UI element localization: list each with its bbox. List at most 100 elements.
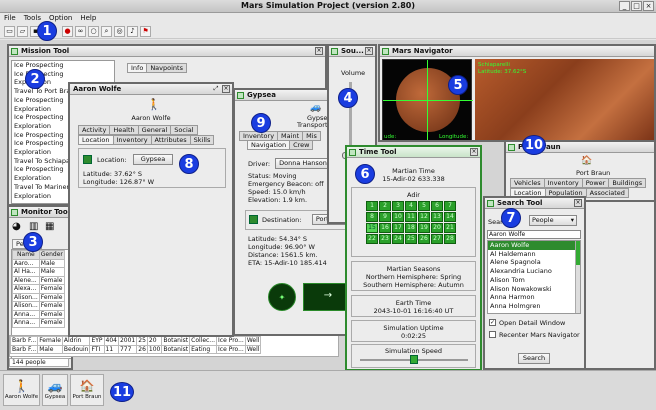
calendar-day[interactable]: 24 xyxy=(392,234,404,244)
flag-icon[interactable]: ⚑ xyxy=(140,26,151,37)
calendar-day[interactable]: 17 xyxy=(392,223,404,233)
search-icon[interactable]: ⌕ xyxy=(101,26,112,37)
tab-attributes[interactable]: Attributes xyxy=(150,135,191,145)
pie-chart-icon[interactable]: ◕ xyxy=(12,221,21,232)
menu-file[interactable]: File xyxy=(0,13,20,24)
tab-buildings[interactable]: Buildings xyxy=(608,178,647,188)
sound-icon[interactable]: ♪ xyxy=(127,26,138,37)
calendar-day[interactable]: 1 xyxy=(366,201,378,211)
list-item[interactable]: Ice Prospecting xyxy=(12,61,114,70)
list-item[interactable]: Alene Spagnola xyxy=(488,258,580,267)
close-icon[interactable]: × xyxy=(574,199,582,207)
table-row[interactable]: Alison... Female xyxy=(12,292,65,302)
calendar-day[interactable]: 10 xyxy=(392,212,404,222)
tab-skills[interactable]: Skills xyxy=(189,135,215,145)
destination-icon[interactable] xyxy=(249,215,258,224)
calendar-day[interactable]: 3 xyxy=(392,201,404,211)
calendar-day[interactable]: 28 xyxy=(444,234,456,244)
recenter-checkbox[interactable] xyxy=(489,331,496,338)
circle-icon[interactable]: ○ xyxy=(88,26,99,37)
tab-inventory[interactable]: Inventory xyxy=(112,135,152,145)
tab-info[interactable]: Info xyxy=(127,63,148,73)
open-icon[interactable]: ▱ xyxy=(17,26,28,37)
open-detail-checkbox[interactable]: ✓ xyxy=(489,319,496,326)
table-row[interactable]: Anna... Female xyxy=(12,318,65,328)
calendar-day[interactable]: 25 xyxy=(405,234,417,244)
calendar-day[interactable]: 26 xyxy=(418,234,430,244)
table-row[interactable]: Alexa... Female xyxy=(12,284,65,294)
category-select[interactable]: People ▾ xyxy=(529,215,577,226)
calendar-day[interactable]: 13 xyxy=(431,212,443,222)
minimize-icon[interactable]: _ xyxy=(619,1,630,11)
person-window-title-bar[interactable]: Aaron Wolfe ⤢ × xyxy=(70,84,232,95)
tab-location[interactable]: Location xyxy=(78,135,114,145)
calendar-day[interactable]: 5 xyxy=(418,201,430,211)
driver-button[interactable]: Donna Hanson xyxy=(275,158,331,169)
time-tool-title-bar[interactable]: Time Tool × xyxy=(347,147,480,158)
search-input[interactable]: Aaron Wolfe xyxy=(487,230,581,239)
location-icon[interactable] xyxy=(83,155,92,164)
tab-general[interactable]: General xyxy=(137,125,172,135)
tab-inventory[interactable]: Inventory xyxy=(543,178,583,188)
table-row[interactable]: Aaro... Male xyxy=(12,258,65,268)
tab-social[interactable]: Social xyxy=(170,125,198,135)
results-list[interactable]: Aaron Wolfe Al Haldemann Alene Spagnola … xyxy=(487,240,581,314)
taskbar-port-braun[interactable]: 🏠 Port Braun xyxy=(70,374,104,406)
binoculars-icon[interactable]: ∞ xyxy=(75,26,86,37)
record-icon[interactable]: ● xyxy=(62,26,73,37)
calendar-day[interactable]: 23 xyxy=(379,234,391,244)
list-item[interactable]: Alison Nowakowski xyxy=(488,285,580,294)
tab-associated[interactable]: Associated xyxy=(585,188,629,198)
calendar-day[interactable]: 27 xyxy=(431,234,443,244)
list-item[interactable]: Alison Tom xyxy=(488,276,580,285)
calendar-day[interactable]: 18 xyxy=(405,223,417,233)
tab-power[interactable]: Power xyxy=(581,178,610,188)
table-row[interactable]: Anna... Female xyxy=(12,309,65,319)
list-item[interactable]: Anna Harmon xyxy=(488,293,580,302)
calendar-day[interactable]: 4 xyxy=(405,201,417,211)
calendar-day[interactable]: 9 xyxy=(379,212,391,222)
calendar-day[interactable]: 21 xyxy=(444,223,456,233)
new-icon[interactable]: ▭ xyxy=(4,26,15,37)
calendar-day[interactable]: 2 xyxy=(379,201,391,211)
table-row[interactable]: Barb F... Male Bedouin FTI 11 777 26 100 Botanis… xyxy=(10,344,262,354)
calendar-day[interactable]: 15 xyxy=(366,223,378,233)
maximize-icon[interactable]: □ xyxy=(631,1,642,11)
close-icon[interactable]: × xyxy=(315,47,323,55)
tab-activity[interactable]: Activity xyxy=(78,125,111,135)
col-gender[interactable]: Gender xyxy=(38,250,65,260)
speed-slider[interactable] xyxy=(410,355,418,364)
tab-navigation[interactable]: Navigation xyxy=(247,140,291,150)
tab-navpoints[interactable]: Navpoints xyxy=(146,63,187,73)
close-icon[interactable]: × xyxy=(470,148,478,156)
calendar-day[interactable]: 11 xyxy=(405,212,417,222)
table-icon[interactable]: ▦ xyxy=(45,221,54,232)
calendar-day[interactable]: 12 xyxy=(418,212,430,222)
location-button[interactable]: Gypsea xyxy=(133,154,173,165)
calendar-day[interactable]: 19 xyxy=(418,223,430,233)
list-item[interactable]: Al Haldemann xyxy=(488,250,580,259)
maximize-icon[interactable]: ⤢ xyxy=(212,85,220,93)
bar-chart-icon[interactable]: ▥ xyxy=(29,221,38,232)
tab-crew[interactable]: Crew xyxy=(289,140,314,150)
close-icon[interactable]: × xyxy=(365,47,373,55)
taskbar-gypsea[interactable]: 🚙 Gypsea xyxy=(42,374,68,406)
calendar-day[interactable]: 22 xyxy=(366,234,378,244)
close-icon[interactable]: × xyxy=(222,85,230,93)
close-icon[interactable]: × xyxy=(643,1,654,11)
tab-vehicles[interactable]: Vehicles xyxy=(510,178,545,188)
calendar-day[interactable]: 6 xyxy=(431,201,443,211)
menu-help[interactable]: Help xyxy=(76,13,100,24)
table-row[interactable]: Al Ha... Male xyxy=(12,267,65,277)
taskbar-aaron-wolfe[interactable]: 🚶 Aaron Wolfe xyxy=(3,374,40,406)
calendar-day[interactable]: 8 xyxy=(366,212,378,222)
sound-window-title-bar[interactable]: Sou... × xyxy=(329,46,375,57)
search-tool-title-bar[interactable]: Search Tool × xyxy=(485,198,584,209)
navigator-title-bar[interactable]: Mars Navigator xyxy=(380,46,654,57)
monitor-icon[interactable]: ◎ xyxy=(114,26,125,37)
scrollbar[interactable] xyxy=(575,241,580,313)
calendar-day[interactable]: 14 xyxy=(444,212,456,222)
globe-view[interactable]: ude: Longitude: xyxy=(382,59,473,140)
monitor-tool-title-bar[interactable]: Monitor Tool xyxy=(9,207,71,218)
tab-health[interactable]: Health xyxy=(109,125,139,135)
